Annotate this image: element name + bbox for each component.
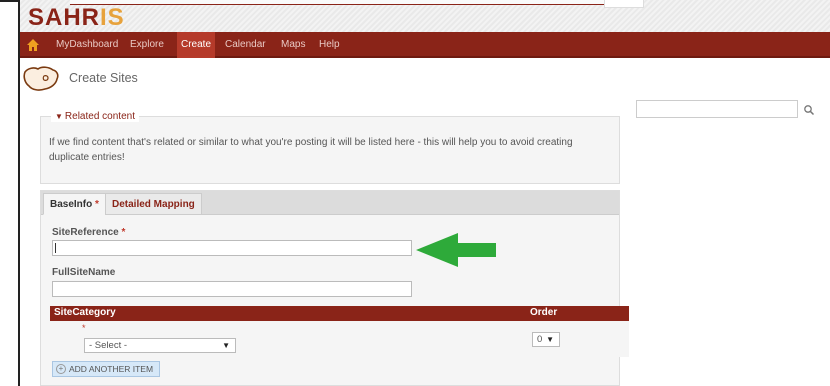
order-select[interactable]: 0 ▼	[532, 332, 560, 347]
plus-icon: +	[56, 364, 66, 374]
site-reference-label: SiteReference *	[52, 227, 125, 238]
search-icon[interactable]	[802, 103, 816, 117]
frame-line	[0, 0, 20, 2]
nav-item-help[interactable]: Help	[315, 32, 344, 58]
site-category-table-header: SiteCategory Order	[50, 306, 629, 321]
south-africa-map-icon	[23, 66, 59, 91]
tab-detailed-mapping[interactable]: Detailed Mapping	[105, 193, 202, 215]
dropdown-arrow-icon: ▼	[222, 341, 230, 350]
related-content-toggle[interactable]: ▼ Related content	[51, 111, 139, 122]
nav-item-maps[interactable]: Maps	[277, 32, 309, 58]
full-site-name-input[interactable]	[52, 281, 412, 297]
site-logo[interactable]: SAHRIS	[28, 4, 125, 32]
related-content-legend: Related content	[64, 111, 135, 122]
full-site-name-label: FullSiteName	[52, 267, 116, 278]
logo-text-primary: SAHR	[28, 4, 101, 31]
top-border	[70, 0, 604, 5]
main-nav: MyDashboard Explore Create Calendar Maps…	[20, 32, 830, 58]
site-reference-label-text: SiteReference	[52, 227, 119, 238]
nav-item-calendar[interactable]: Calendar	[221, 32, 270, 58]
required-marker: *	[121, 227, 126, 238]
related-content-panel: ▼ Related content If we find content that…	[40, 111, 620, 184]
order-select-value: 0	[537, 334, 543, 345]
nav-item-mydashboard[interactable]: MyDashboard	[52, 32, 122, 58]
site-reference-input[interactable]	[52, 240, 412, 256]
required-marker: *	[82, 323, 86, 333]
table-row: * - Select - ▼ 0 ▼	[50, 321, 629, 357]
nav-item-explore[interactable]: Explore	[126, 32, 168, 58]
home-icon[interactable]	[26, 38, 40, 52]
logo-text-accent: IS	[100, 4, 125, 31]
required-marker: *	[95, 199, 99, 210]
green-arrow-icon	[416, 233, 496, 267]
tab-strip: BaseInfo * Detailed Mapping	[41, 191, 619, 215]
dropdown-arrow-icon: ▼	[546, 335, 554, 344]
tab-baseinfo[interactable]: BaseInfo *	[43, 193, 106, 215]
page-title: Create Sites	[69, 71, 138, 85]
site-header: SAHRIS	[20, 0, 830, 32]
text-cursor	[55, 243, 56, 253]
column-header-sitecategory: SiteCategory	[54, 307, 116, 318]
caret-down-icon: ▼	[55, 112, 63, 121]
search-input[interactable]	[636, 100, 798, 118]
tab-baseinfo-label: BaseInfo	[50, 199, 93, 210]
column-header-order: Order	[530, 307, 558, 318]
add-another-item-label: ADD ANOTHER ITEM	[69, 364, 154, 374]
site-category-select[interactable]: - Select - ▼	[84, 338, 236, 353]
top-tab	[604, 0, 644, 8]
nav-item-create[interactable]: Create	[177, 32, 216, 58]
related-content-text: If we find content that's related or sim…	[49, 137, 573, 163]
site-category-select-value: - Select -	[89, 340, 128, 351]
add-another-item-button[interactable]: + ADD ANOTHER ITEM	[52, 361, 161, 377]
